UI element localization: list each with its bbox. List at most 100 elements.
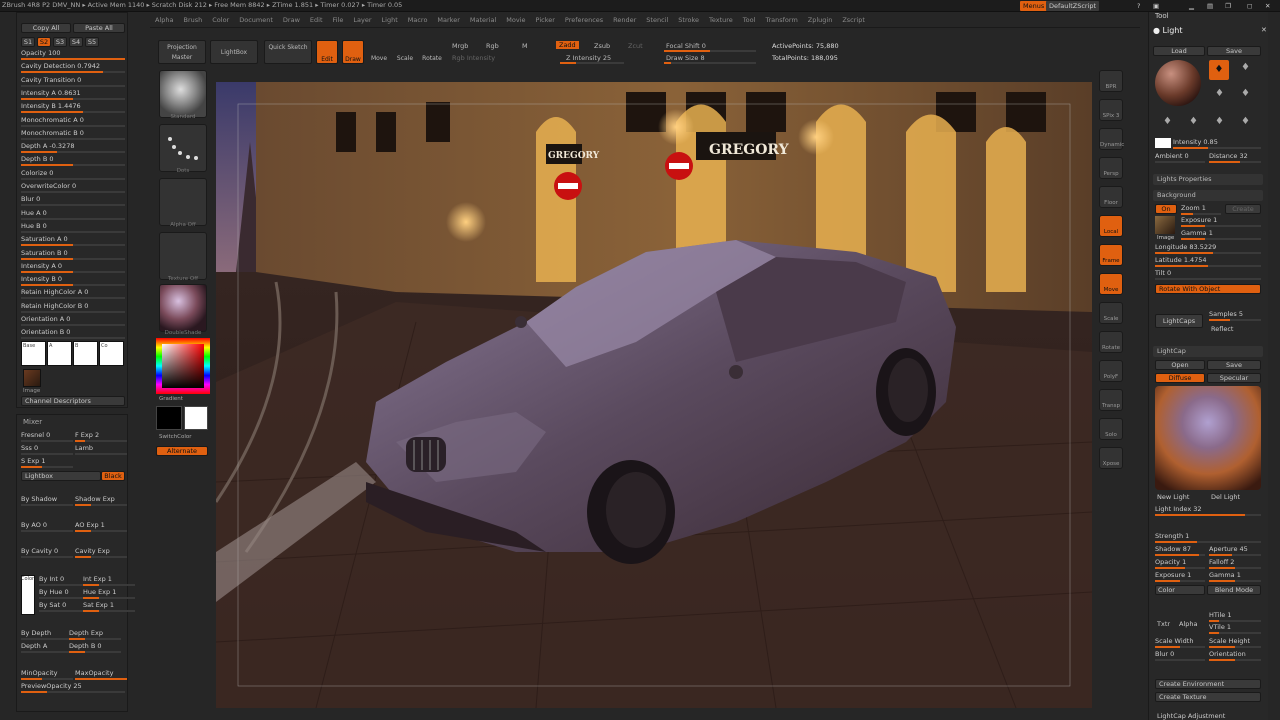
- create-button[interactable]: Create: [1225, 204, 1261, 214]
- menu-marker[interactable]: Marker: [432, 12, 464, 27]
- lights-properties-section[interactable]: Lights Properties: [1153, 174, 1263, 185]
- filter-color-swatch[interactable]: Co: [99, 341, 124, 366]
- latitude-slider[interactable]: Latitude 1.4754: [1155, 256, 1261, 267]
- light-bulb-2-icon[interactable]: ♦: [1241, 62, 1250, 73]
- quick-sketch-button[interactable]: Quick Sketch: [264, 40, 312, 64]
- switch-color-button[interactable]: SwitchColor: [159, 434, 207, 440]
- menu-movie[interactable]: Movie: [501, 12, 530, 27]
- projection-master-button[interactable]: Projection Master: [158, 40, 206, 64]
- opacity-slider[interactable]: Opacity 1: [1155, 558, 1205, 569]
- create-environment-button[interactable]: Create Environment: [1155, 679, 1261, 689]
- filter-slot-tab[interactable]: S1: [21, 37, 35, 47]
- lightcap-adjustment-section[interactable]: LightCap Adjustment: [1157, 712, 1225, 720]
- filter-image-thumbnail[interactable]: [23, 369, 41, 387]
- tool-palette-label[interactable]: Tool: [1155, 12, 1169, 20]
- create-texture-button[interactable]: Create Texture: [1155, 692, 1261, 702]
- layout-icon[interactable]: ▣: [1150, 1, 1162, 11]
- shelf-button-bpr[interactable]: BPR: [1099, 70, 1123, 92]
- mixer-slider[interactable]: Shadow Exp: [75, 495, 127, 506]
- rgb-intensity-slider[interactable]: Rgb Intensity: [452, 54, 495, 62]
- zcut-button[interactable]: Zcut: [628, 42, 643, 50]
- filter-slider[interactable]: Intensity A 0.8631: [21, 89, 125, 100]
- standard-brush-thumbnail[interactable]: [159, 70, 207, 118]
- light-bulb-3-icon[interactable]: ♦: [1215, 88, 1224, 99]
- shelf-button-dynamic[interactable]: Dynamic: [1099, 128, 1124, 150]
- filter-slider[interactable]: Hue A 0: [21, 209, 125, 220]
- filter-slider[interactable]: Orientation A 0: [21, 315, 125, 326]
- menu-brush[interactable]: Brush: [178, 12, 207, 27]
- filter-slider[interactable]: Orientation B 0: [21, 328, 125, 340]
- lock-icon[interactable]: ▤: [1204, 1, 1216, 11]
- menu-tool[interactable]: Tool: [738, 12, 761, 27]
- light-placement-sphere[interactable]: [1155, 60, 1201, 106]
- filter-slider[interactable]: Depth A -0.3278: [21, 142, 125, 154]
- gamma-slider[interactable]: Gamma 1: [1181, 229, 1261, 240]
- light-bulb-1-icon[interactable]: ♦: [1209, 60, 1229, 80]
- shelf-button-scale[interactable]: Scale: [1099, 302, 1123, 324]
- filter-slider[interactable]: Blur 0: [21, 195, 125, 207]
- filter-color-swatch[interactable]: Base: [21, 341, 46, 366]
- shelf-button-persp[interactable]: Persp: [1099, 157, 1123, 179]
- lightcap-save-button[interactable]: Save: [1207, 360, 1261, 370]
- lightcap-preview[interactable]: [1155, 386, 1261, 490]
- specular-button[interactable]: Specular: [1207, 373, 1261, 383]
- max-opacity-slider[interactable]: MaxOpacity: [75, 669, 127, 680]
- del-light-button[interactable]: Del Light: [1211, 493, 1240, 501]
- vtile-slider[interactable]: VTile 1: [1209, 623, 1261, 634]
- exposure-slider[interactable]: Exposure 1: [1181, 216, 1261, 227]
- filter-slider[interactable]: Saturation B 0: [21, 249, 125, 260]
- menu-transform[interactable]: Transform: [760, 12, 802, 27]
- filter-slot-tab[interactable]: S5: [85, 37, 99, 47]
- filter-slider[interactable]: Hue B 0: [21, 222, 125, 233]
- alternate-button[interactable]: Alternate: [156, 446, 208, 456]
- min-opacity-slider[interactable]: MinOpacity: [21, 669, 73, 680]
- shelf-button-move[interactable]: Move: [1099, 273, 1123, 295]
- reflect-button[interactable]: Reflect: [1211, 325, 1233, 333]
- distance-slider[interactable]: Distance 32: [1209, 152, 1261, 163]
- background-image-thumbnail[interactable]: [1155, 216, 1175, 234]
- new-light-button[interactable]: New Light: [1157, 493, 1189, 501]
- default-zscript-button[interactable]: DefaultZScript: [1046, 1, 1100, 11]
- menu-texture[interactable]: Texture: [704, 12, 738, 27]
- shelf-button-floor[interactable]: Floor: [1099, 186, 1123, 208]
- light-bulb-4-icon[interactable]: ♦: [1241, 88, 1250, 99]
- restore-icon[interactable]: ❐: [1222, 1, 1234, 11]
- black-button[interactable]: Black: [101, 471, 125, 481]
- menu-macro[interactable]: Macro: [403, 12, 433, 27]
- menu-alpha[interactable]: Alpha: [150, 12, 178, 27]
- m-button[interactable]: M: [522, 42, 528, 50]
- txtr-button[interactable]: Txtr: [1157, 620, 1170, 628]
- lightcap-orientation-slider[interactable]: Orientation: [1209, 650, 1261, 661]
- filter-slider[interactable]: Monochromatic A 0: [21, 116, 125, 127]
- menu-file[interactable]: File: [328, 12, 349, 27]
- filter-slider[interactable]: Intensity B 1.4476: [21, 102, 125, 114]
- filter-slider[interactable]: Cavity Detection 0.7942: [21, 62, 125, 74]
- shelf-button-rotate[interactable]: Rotate: [1099, 331, 1123, 353]
- main-color-swatch[interactable]: [156, 406, 182, 430]
- lightcap-open-button[interactable]: Open: [1155, 360, 1205, 370]
- maximize-icon[interactable]: ◻: [1244, 1, 1255, 11]
- menu-picker[interactable]: Picker: [531, 12, 560, 27]
- shelf-button-solo[interactable]: Solo: [1099, 418, 1123, 440]
- alpha-off-thumbnail[interactable]: [159, 178, 207, 226]
- scale-height-slider[interactable]: Scale Height: [1209, 637, 1261, 648]
- light-bulb-5-icon[interactable]: ♦: [1163, 116, 1172, 127]
- blend-mode-button[interactable]: Blend Mode: [1207, 585, 1261, 595]
- copy-all-button[interactable]: Copy All: [21, 23, 71, 33]
- menu-zscript[interactable]: Zscript: [837, 12, 870, 27]
- help-icon[interactable]: ?: [1134, 1, 1143, 11]
- alpha-button[interactable]: Alpha: [1179, 620, 1197, 628]
- mixer-slider[interactable]: Sat Exp 1: [83, 601, 135, 612]
- filter-slider[interactable]: Intensity A 0: [21, 262, 125, 273]
- light-bulb-7-icon[interactable]: ♦: [1215, 116, 1224, 127]
- mixer-slider[interactable]: Lamb: [75, 444, 127, 455]
- light-color-swatch[interactable]: [1155, 138, 1171, 148]
- menu-document[interactable]: Document: [234, 12, 278, 27]
- lightcap-blur-slider[interactable]: Blur 0: [1155, 650, 1205, 661]
- shelf-button-polyf[interactable]: PolyF: [1099, 360, 1123, 382]
- move-mode-button[interactable]: Move: [368, 40, 390, 64]
- strength-slider[interactable]: Strength 1: [1155, 532, 1261, 543]
- filter-slider[interactable]: Intensity B 0: [21, 275, 125, 287]
- background-section[interactable]: Background: [1153, 190, 1263, 201]
- stroke-dots-thumbnail[interactable]: [159, 124, 207, 172]
